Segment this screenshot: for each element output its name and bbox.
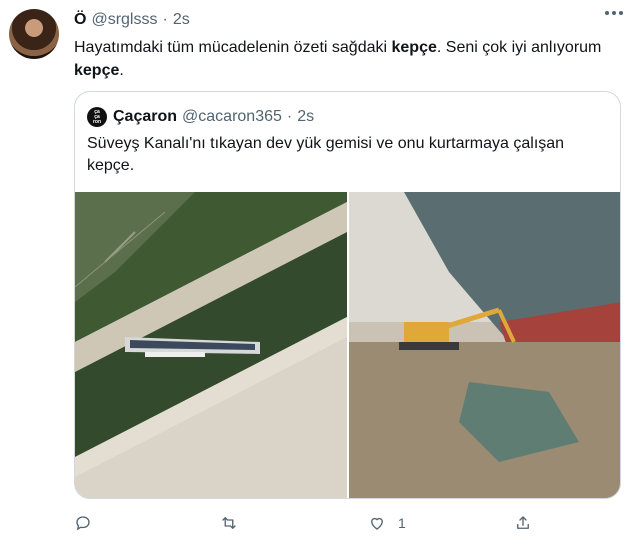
satellite-canal-image[interactable] bbox=[75, 192, 347, 498]
tweet-header: Ö @srglsss · 2s bbox=[74, 9, 623, 31]
tweet-text-bold: kepçe bbox=[74, 62, 120, 79]
retweet-icon bbox=[222, 517, 236, 529]
share-icon bbox=[517, 516, 529, 529]
timestamp[interactable]: 2s bbox=[173, 11, 190, 29]
avatar[interactable] bbox=[9, 9, 59, 59]
quoted-separator-dot: · bbox=[286, 108, 293, 125]
share-button[interactable] bbox=[514, 512, 532, 534]
quoted-tweet-header: ça ça ron Çaçaron @cacaron365 · 2s bbox=[87, 106, 314, 128]
excavator-ship-image[interactable] bbox=[349, 192, 620, 498]
quoted-tweet[interactable]: ça ça ron Çaçaron @cacaron365 · 2s Süvey… bbox=[74, 91, 621, 499]
satellite-canal-illustration bbox=[75, 192, 347, 498]
tweet-text-bold: kepçe bbox=[391, 39, 437, 56]
more-options-icon[interactable] bbox=[605, 11, 623, 15]
like-button[interactable]: 1 bbox=[368, 512, 406, 534]
display-name[interactable]: Ö bbox=[74, 11, 86, 29]
quoted-display-name[interactable]: Çaçaron bbox=[113, 108, 177, 126]
reply-icon bbox=[76, 516, 90, 531]
retweet-button[interactable] bbox=[220, 512, 238, 534]
tweet-text-part: Hayatımdaki tüm mücadelenin özeti sağdak… bbox=[74, 39, 392, 56]
quoted-avatar[interactable]: ça ça ron bbox=[87, 107, 107, 127]
quoted-timestamp[interactable]: 2s bbox=[297, 108, 314, 126]
quoted-user-handle[interactable]: @cacaron365 bbox=[182, 108, 282, 126]
media-grid bbox=[75, 192, 620, 498]
tweet-text: Hayatımdaki tüm mücadelenin özeti sağdak… bbox=[74, 36, 626, 82]
quoted-tweet-text: Süveyş Kanalı'nı tıkayan dev yük gemisi … bbox=[87, 135, 565, 174]
user-handle[interactable]: @srglsss bbox=[91, 11, 157, 29]
tweet-actions: 1 bbox=[74, 512, 534, 534]
heart-icon bbox=[371, 517, 383, 530]
quoted-avatar-logo-text: ça ça ron bbox=[92, 108, 102, 125]
excavator-ship-illustration bbox=[349, 192, 620, 498]
separator-dot: · bbox=[162, 11, 168, 28]
tweet-text-part: . Seni çok iyi anlıyorum bbox=[436, 39, 602, 56]
like-count: 1 bbox=[398, 515, 406, 531]
tweet-text-part: . bbox=[119, 62, 124, 79]
reply-button[interactable] bbox=[74, 512, 92, 534]
